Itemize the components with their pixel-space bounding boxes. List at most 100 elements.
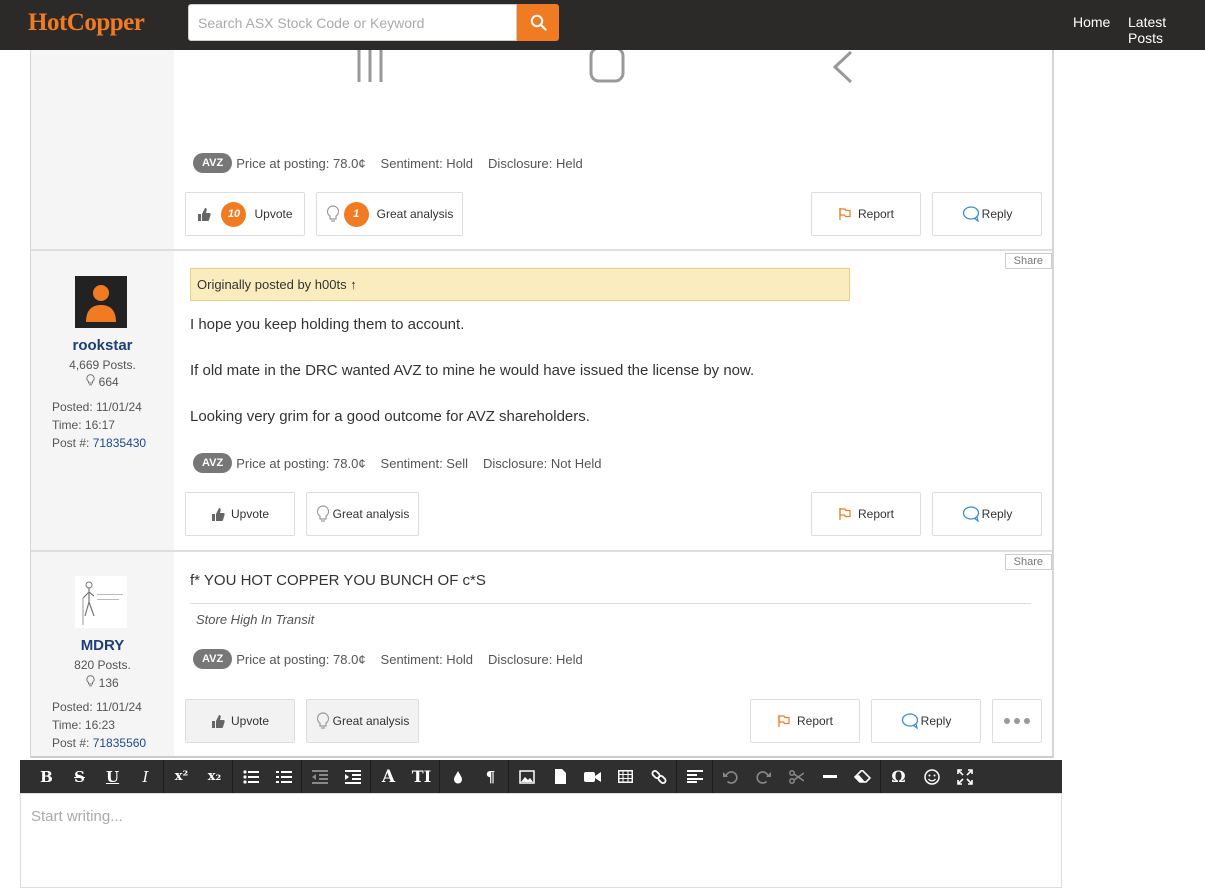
bullet-list-icon[interactable] [234,760,267,793]
upvote-label: Upvote [230,714,270,728]
post-number: Post #: 71835560 [52,734,146,752]
post-content: Share Originally posted by h00ts ↑ I hop… [174,251,1052,550]
strikethrough-icon[interactable]: S [63,760,96,793]
link-icon[interactable] [642,760,675,793]
flag-icon [777,714,791,728]
underline-icon[interactable]: U [96,760,129,793]
cut-icon[interactable] [780,760,813,793]
post: AVZ Price at posting: 78.0¢ Sentiment: H… [31,50,1052,251]
share-button[interactable]: Share [1004,554,1052,570]
price-at-posting: Price at posting: 78.0¢ [236,455,366,471]
editor-textarea[interactable]: Start writing... [20,793,1062,888]
upvote-button[interactable]: Upvote [185,699,295,743]
post-meta: Posted: 11/01/24 Time: 16:17 Post #: 718… [52,398,146,452]
disclosure: Disclosure: Held [488,155,583,171]
post-content: Share f* YOU HOT COPPER YOU BUNCH OF c*S… [174,552,1052,756]
great-analysis-label: Great analysis [332,507,410,521]
table-icon[interactable] [609,760,642,793]
avatar[interactable] [75,576,127,628]
avatar[interactable] [75,276,127,328]
stock-tag[interactable]: AVZ [193,649,233,669]
posted-date: Posted: 11/01/24 [52,400,142,414]
post-number-link[interactable]: 71835430 [93,436,146,450]
great-analysis-label: Great analysis [332,714,410,728]
embedded-screenshot-nav-icons [357,50,852,84]
redo-icon[interactable] [747,760,780,793]
nav-home[interactable]: Home [1073,14,1110,30]
user-likes-count: 136 [98,676,119,690]
report-button[interactable]: Report [811,492,921,536]
indent-icon[interactable] [336,760,369,793]
report-button[interactable]: Report [811,192,921,236]
site-logo[interactable]: HotCopper [28,9,145,37]
posted-time: Time: 16:17 [52,418,115,432]
search-button[interactable] [517,4,559,41]
toolbar-separator [301,760,302,793]
post-tagline: AVZ Price at posting: 78.0¢ Sentiment: H… [193,649,598,669]
font-size-icon[interactable]: TI [405,760,438,793]
reply-button[interactable]: Reply [932,192,1042,236]
align-left-icon[interactable] [678,760,711,793]
search-input[interactable] [188,4,517,41]
user-likes: 664 [31,374,174,389]
upvote-count-badge: 10 [221,201,247,227]
superscript-icon[interactable]: x² [165,760,198,793]
clear-format-icon[interactable] [846,760,879,793]
great-analysis-button[interactable]: Great analysis [306,492,419,536]
horizontal-rule-icon[interactable] [813,760,846,793]
file-icon[interactable] [543,760,576,793]
thumbs-up-icon [211,507,225,522]
font-color-icon[interactable]: A [372,760,405,793]
more-options-button[interactable] [992,699,1042,743]
color-fill-icon[interactable] [441,760,474,793]
post-text: f* YOU HOT COPPER YOU BUNCH OF c*S [190,572,486,589]
lightbulb-icon [316,712,330,730]
price-at-posting: Price at posting: 78.0¢ [236,155,366,171]
special-character-icon[interactable]: Ω [882,760,915,793]
share-button[interactable]: Share [1004,253,1052,269]
user-signature: Store High In Transit [190,603,1031,635]
subscript-icon[interactable]: x₂ [198,760,231,793]
lightbulb-icon [326,205,340,223]
toolbar-separator [370,760,371,793]
fullscreen-icon[interactable] [948,760,981,793]
upvote-label: Upvote [254,207,293,221]
post-tagline: AVZ Price at posting: 78.0¢ Sentiment: S… [193,453,616,473]
stock-tag[interactable]: AVZ [193,453,233,473]
posted-time: Time: 16:23 [52,718,115,732]
disclosure: Disclosure: Not Held [482,455,602,471]
quote-header[interactable]: Originally posted by h00ts ↑ [190,268,850,301]
username[interactable]: MDRY [31,637,174,654]
nav-latest-posts[interactable]: Latest Posts [1128,14,1205,46]
report-button[interactable]: Report [750,699,860,743]
undo-icon[interactable] [714,760,747,793]
username[interactable]: rookstar [31,337,174,354]
image-icon[interactable] [510,760,543,793]
outdent-icon[interactable] [303,760,336,793]
reply-bubble-icon [962,206,980,222]
top-bar: HotCopper Home Latest Posts [0,0,1205,50]
search-icon [530,14,547,31]
paragraph-icon[interactable]: ¶ [474,760,507,793]
great-analysis-button[interactable]: 1 Great analysis [316,192,463,236]
toolbar-separator [712,760,713,793]
stock-tag[interactable]: AVZ [193,153,233,173]
upvote-button[interactable]: 10 Upvote [185,192,305,236]
upvote-button[interactable]: Upvote [185,492,295,536]
bold-icon[interactable]: B [30,760,63,793]
post-paragraph: Looking very grim for a good outcome for… [190,408,590,425]
post-sidebar: MDRY 820 Posts. 136 Posted: 11/01/24 Tim… [31,552,174,756]
post-number-link[interactable]: 71835560 [93,736,146,750]
toolbar-separator [508,760,509,793]
user-post-count: 820 Posts. [74,658,131,672]
reply-button[interactable]: Reply [932,492,1042,536]
emoticon-icon[interactable] [915,760,948,793]
post-number-label: Post #: [52,736,90,750]
report-label: Report [796,714,834,728]
user-likes: 136 [31,675,174,690]
reply-button[interactable]: Reply [871,699,981,743]
great-analysis-button[interactable]: Great analysis [306,699,419,743]
video-icon[interactable] [576,760,609,793]
numbered-list-icon[interactable] [267,760,300,793]
italic-icon[interactable]: I [129,760,162,793]
